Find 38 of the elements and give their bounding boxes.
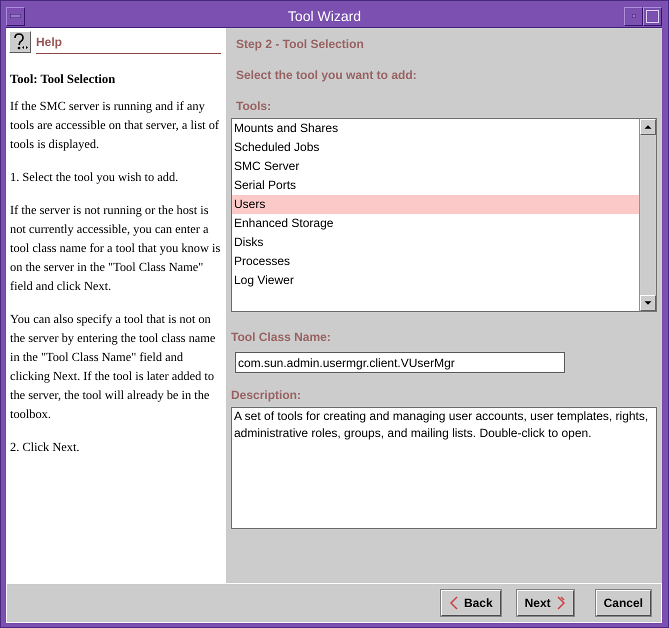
class-name-label: Tool Class Name: — [231, 330, 331, 344]
step-title: Step 2 - Tool Selection — [236, 37, 364, 51]
help-paragraph: If the server is not running or the host is not currently accessible, you can enter a tool class name for a tool that you know is on the server in the "Tool Class Name" field and click Next. — [10, 202, 222, 295]
chevron-left-icon — [448, 596, 459, 610]
list-item[interactable]: Users — [232, 195, 639, 214]
window-menu-button[interactable] — [6, 6, 25, 26]
back-button[interactable]: Back — [440, 590, 501, 616]
scrollbar[interactable] — [639, 119, 656, 311]
cancel-button[interactable]: Cancel — [596, 590, 651, 616]
help-paragraph: You can also specify a tool that is not on the server by entering the tool class name in the "Tool Class Name" field and clicking Next. If the tool is later added to the server, the tool will already be in the toolbox. — [10, 311, 216, 423]
list-item[interactable]: Scheduled Jobs — [232, 138, 639, 157]
help-paragraph: 1. Select the tool you wish to add. — [10, 169, 180, 186]
next-button[interactable]: Next — [516, 590, 574, 616]
list-item[interactable]: SMC Server — [232, 157, 639, 176]
square-icon — [646, 10, 659, 22]
list-item[interactable]: Serial Ports — [232, 176, 639, 195]
list-item[interactable]: Log Viewer — [232, 271, 639, 290]
list-item[interactable]: Enhanced Storage — [232, 214, 639, 233]
maximize-button[interactable] — [643, 6, 662, 26]
scroll-up-icon[interactable] — [640, 119, 656, 135]
help-heading: Tool: Tool Selection — [10, 72, 116, 87]
window-title: Tool Wizard — [286, 8, 362, 24]
instruction-text: Select the tool you want to add: — [236, 68, 417, 82]
help-button[interactable] — [9, 31, 31, 53]
description-label: Description: — [231, 388, 302, 402]
help-title: Help — [36, 31, 221, 54]
list-item[interactable]: Processes — [232, 252, 639, 271]
list-item[interactable]: Disks — [232, 233, 639, 252]
description-text: A set of tools for creating and managing user accounts, user templates, rights, administrative roles, groups, and mailing lists. Double-click to open. — [231, 407, 657, 529]
scroll-down-icon[interactable] — [640, 295, 656, 311]
help-paragraph: 2. Click Next. — [10, 439, 81, 456]
class-name-field[interactable]: com.sun.admin.usermgr.client.VUserMgr — [235, 352, 565, 373]
list-item[interactable]: Mounts and Shares — [232, 119, 639, 138]
tools-label: Tools: — [236, 99, 272, 113]
minus-icon — [10, 14, 21, 18]
help-paragraph: If the SMC server is running and if any tools are accessible on that server, a list of tools is displayed. — [10, 98, 220, 153]
chevron-right-icon — [556, 596, 566, 610]
minimize-button[interactable] — [624, 6, 643, 26]
